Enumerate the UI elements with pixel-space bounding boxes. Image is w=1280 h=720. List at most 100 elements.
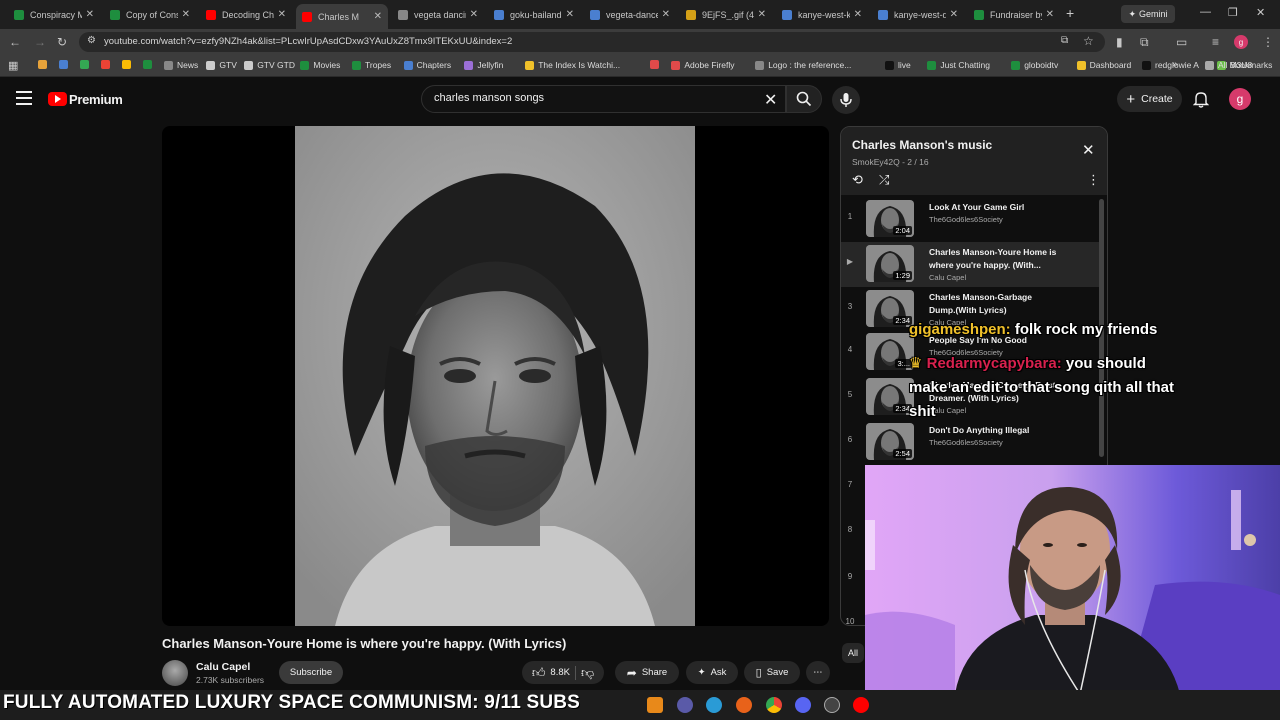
tab-close-icon[interactable]: ✕ bbox=[758, 9, 766, 20]
tab-close-icon[interactable]: ✕ bbox=[854, 9, 862, 20]
bookmark-item[interactable]: Just Chatting bbox=[927, 60, 990, 70]
bookmark-item[interactable] bbox=[650, 60, 663, 69]
bookmark-item[interactable]: globoidtv bbox=[1011, 60, 1058, 70]
bookmark-item[interactable]: redglowie A bbox=[1142, 60, 1199, 70]
extensions-puzzle-icon[interactable]: ⧉ bbox=[1140, 35, 1149, 50]
new-tab-icon[interactable]: + bbox=[1066, 5, 1074, 21]
dislike-button[interactable]: 👎︎ bbox=[581, 665, 594, 681]
bookmark-item[interactable] bbox=[143, 60, 156, 69]
apps-grid-icon[interactable]: ▦ bbox=[8, 59, 18, 72]
bookmark-item[interactable]: GTV bbox=[206, 60, 237, 70]
browser-tab[interactable]: goku-bailand ✕ bbox=[488, 4, 580, 25]
close-playlist-icon[interactable]: ✕ bbox=[1082, 141, 1095, 159]
search-button[interactable] bbox=[786, 85, 822, 113]
like-button[interactable]: 👍︎ 8.8K bbox=[532, 665, 570, 681]
tab-close-icon[interactable]: ✕ bbox=[182, 9, 190, 20]
reload-icon[interactable]: ↻ bbox=[57, 35, 67, 49]
search-input[interactable]: charles manson songs bbox=[434, 92, 544, 104]
filter-chip-all[interactable]: All bbox=[842, 643, 864, 663]
browser-tab[interactable]: Charles M ✕ bbox=[296, 4, 388, 29]
bookmark-item[interactable] bbox=[122, 60, 135, 69]
clear-search-icon[interactable]: ✕ bbox=[764, 90, 777, 110]
install-app-icon[interactable]: ⧉ bbox=[1061, 35, 1068, 46]
chrome-icon[interactable] bbox=[766, 697, 782, 713]
bookmark-item[interactable] bbox=[80, 60, 93, 69]
gemini-button[interactable]: ✦ Gemini bbox=[1121, 5, 1175, 23]
site-info-icon[interactable]: ⚙ bbox=[87, 35, 96, 46]
ask-button[interactable]: ✦ Ask bbox=[686, 661, 738, 684]
edge-icon[interactable] bbox=[706, 697, 722, 713]
bookmark-item[interactable]: Tropes bbox=[352, 60, 391, 70]
tab-close-icon[interactable]: ✕ bbox=[278, 9, 286, 20]
browser-tab[interactable]: Fundraiser by ✕ bbox=[968, 4, 1060, 25]
obs-icon[interactable] bbox=[824, 697, 840, 713]
profile-avatar-icon[interactable]: g bbox=[1234, 35, 1248, 49]
tab-close-icon[interactable]: ✕ bbox=[374, 11, 382, 22]
bookmark-item[interactable]: Dashboard bbox=[1076, 60, 1131, 70]
bookmark-item[interactable]: live bbox=[885, 60, 911, 70]
browser-tab[interactable]: Copy of Cons ✕ bbox=[104, 4, 196, 25]
account-avatar[interactable]: g bbox=[1229, 88, 1251, 110]
bookmark-item[interactable] bbox=[101, 60, 114, 69]
tab-close-icon[interactable]: ✕ bbox=[470, 9, 478, 20]
close-window-icon[interactable]: ✕ bbox=[1256, 6, 1265, 19]
bookmark-star-icon[interactable]: ☆ bbox=[1083, 34, 1094, 48]
bookmark-item[interactable]: The Index Is Watchi... bbox=[525, 60, 620, 70]
cast-icon[interactable]: ▭ bbox=[1176, 35, 1187, 49]
tab-close-icon[interactable]: ✕ bbox=[1046, 9, 1054, 20]
tab-close-icon[interactable]: ✕ bbox=[86, 9, 94, 20]
bookmark-item[interactable]: Movies bbox=[300, 60, 340, 70]
app-icon[interactable] bbox=[677, 697, 693, 713]
tab-close-icon[interactable]: ✕ bbox=[662, 9, 670, 20]
create-button[interactable]: + Create bbox=[1117, 86, 1182, 112]
voice-search-button[interactable] bbox=[832, 86, 860, 114]
vlc-icon[interactable] bbox=[647, 697, 663, 713]
browser-tab[interactable]: Conspiracy M ✕ bbox=[8, 4, 100, 25]
bookmark-item[interactable]: News bbox=[164, 60, 198, 70]
shuffle-icon[interactable]: ⤮ bbox=[879, 172, 889, 188]
save-button[interactable]: ▯ Save bbox=[744, 661, 800, 684]
playlist-item[interactable]: 1 2:04 Look At Your Game Girl The6God6les6S… bbox=[841, 197, 1099, 242]
playlist-more-icon[interactable]: ⋮ bbox=[1087, 172, 1100, 188]
tab-close-icon[interactable]: ✕ bbox=[950, 9, 958, 20]
bookmark-item[interactable]: Logo : the reference... bbox=[755, 60, 851, 70]
playlist-item[interactable]: ▶ 1:29 Charles Manson-Youre Home is where … bbox=[841, 242, 1099, 287]
media-controls-icon[interactable]: ≡ bbox=[1212, 35, 1219, 49]
more-actions-button[interactable]: ⋯ bbox=[806, 661, 830, 684]
browser-tab[interactable]: 9EjFS_.gif (48 ✕ bbox=[680, 4, 772, 25]
loop-icon[interactable]: ⟲ bbox=[852, 172, 863, 188]
bookmark-item[interactable] bbox=[59, 60, 72, 69]
all-bookmarks-folder[interactable]: All Bookmarks bbox=[1205, 60, 1272, 70]
browser-menu-icon[interactable]: ⋮ bbox=[1262, 35, 1274, 49]
search-input-container[interactable]: charles manson songs ✕ bbox=[421, 85, 786, 113]
browser-tab[interactable]: Decoding Ch ✕ bbox=[200, 4, 292, 25]
back-icon[interactable]: ← bbox=[9, 35, 21, 49]
bookmark-item[interactable]: Chapters bbox=[403, 60, 451, 70]
playlist-item[interactable]: 6 2:54 Don't Do Anything Illegal The6God6le… bbox=[841, 420, 1099, 465]
bookmark-item[interactable]: Adobe Firefly bbox=[671, 60, 734, 70]
forward-icon[interactable]: → bbox=[34, 35, 46, 49]
bookmark-item[interactable]: GTV GTD bbox=[244, 60, 295, 70]
more-bookmarks-icon[interactable]: » bbox=[1172, 59, 1178, 70]
channel-avatar[interactable] bbox=[162, 660, 188, 686]
restore-icon[interactable]: ❐ bbox=[1228, 6, 1238, 19]
menu-icon[interactable] bbox=[16, 91, 32, 105]
bookmark-item[interactable]: Jellyfin bbox=[464, 60, 503, 70]
address-bar[interactable]: ⚙ youtube.com/watch?v=ezfy9NZh4ak&list=P… bbox=[79, 32, 1105, 52]
extension-icon[interactable]: ▮ bbox=[1116, 35, 1123, 49]
browser-tab[interactable]: vegeta dancin ✕ bbox=[392, 4, 484, 25]
discord-icon[interactable] bbox=[795, 697, 811, 713]
video-player[interactable] bbox=[162, 126, 829, 626]
tab-close-icon[interactable]: ✕ bbox=[566, 9, 574, 20]
bookmark-item[interactable] bbox=[38, 60, 51, 69]
browser-tab[interactable]: vegeta-dance ✕ bbox=[584, 4, 676, 25]
playlist-title[interactable]: Charles Manson's music bbox=[852, 138, 992, 152]
subscribe-button[interactable]: Subscribe bbox=[279, 661, 343, 684]
browser-tab[interactable]: kanye-west-d ✕ bbox=[872, 4, 964, 25]
notifications-bell-icon[interactable] bbox=[1193, 90, 1209, 108]
channel-name[interactable]: Calu Capel bbox=[196, 661, 250, 673]
firefox-icon[interactable] bbox=[736, 697, 752, 713]
playlist-owner[interactable]: SmokEy42Q bbox=[852, 157, 900, 167]
share-button[interactable]: ➦ Share bbox=[615, 661, 679, 684]
youtube-logo-icon[interactable] bbox=[48, 92, 67, 106]
